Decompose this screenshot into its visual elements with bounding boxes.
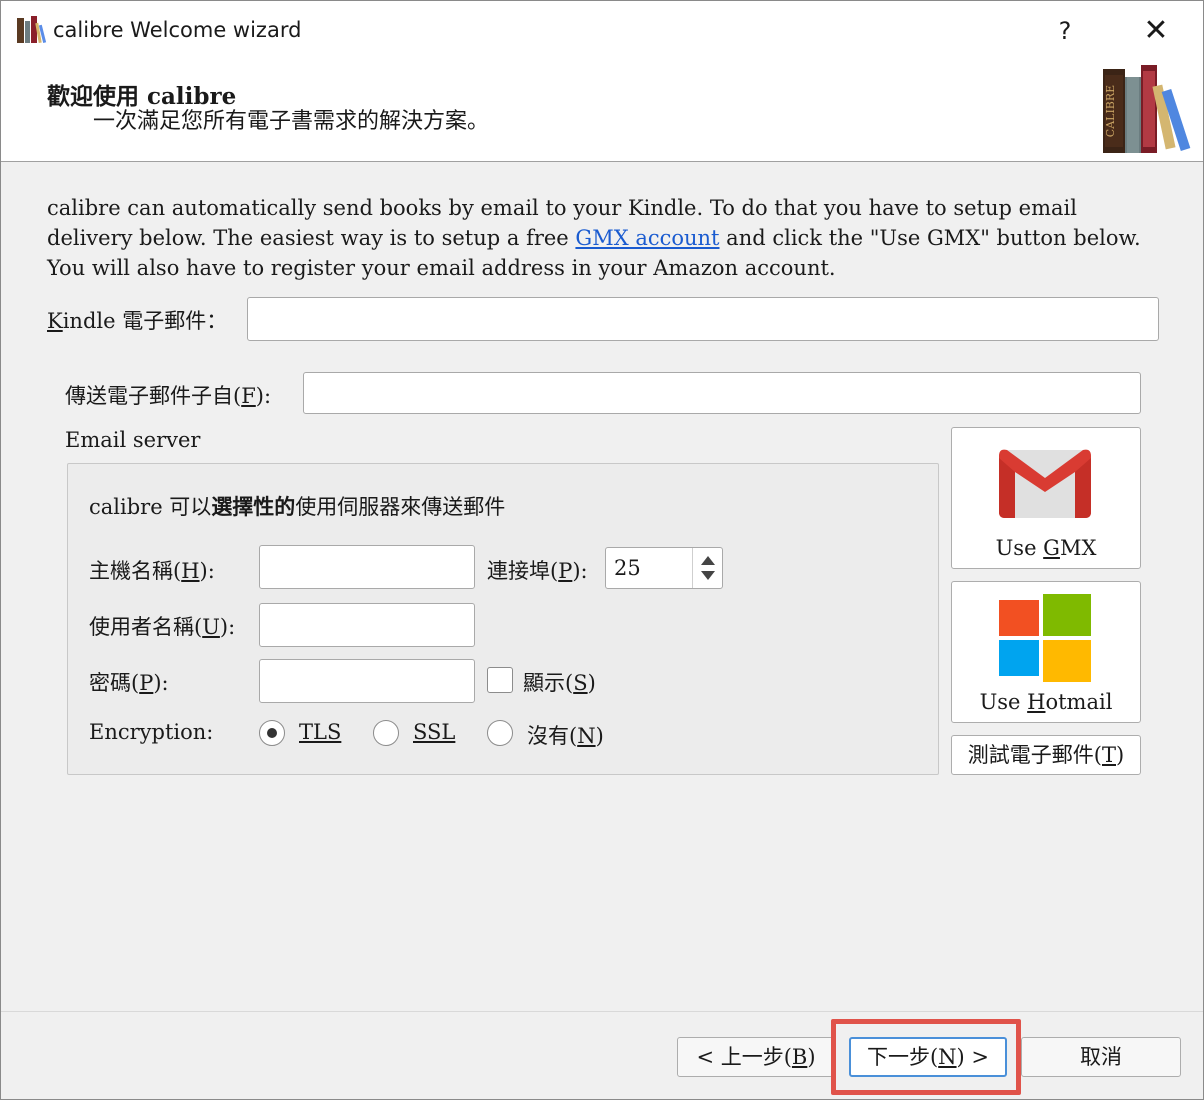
gmx-account-link[interactable]: GMX account [575, 226, 719, 250]
desc-post: 使用伺服器來傳送郵件 [295, 495, 506, 519]
show-password-checkbox[interactable] [487, 667, 513, 693]
username-input[interactable] [259, 603, 475, 647]
port-spinbox[interactable]: 25 [605, 547, 723, 589]
port-spin-buttons [692, 548, 722, 588]
from-email-accel: F [241, 384, 256, 408]
windows-icon [999, 594, 1091, 682]
desc-bold: 選擇性的 [211, 494, 296, 519]
ssl-radio[interactable] [373, 720, 399, 746]
email-server-description: calibre 可以選擇性的使用伺服器來傳送郵件 [89, 491, 505, 521]
back-button[interactable]: < 上一步(B) [677, 1037, 835, 1077]
tls-label-text: TLS [299, 720, 342, 744]
kindle-email-input[interactable] [247, 297, 1159, 341]
hostname-accel: H [181, 559, 200, 583]
none-label[interactable]: 沒有(N) [527, 720, 604, 750]
kindle-email-accel: K [47, 309, 63, 333]
ssl-label[interactable]: SSL [413, 720, 455, 744]
use-gmx-button[interactable]: Use GMX [951, 427, 1141, 569]
footer-divider [1, 1011, 1203, 1012]
kindle-email-label: Kindle 電子郵件： [47, 305, 227, 335]
password-label-post: ): [153, 671, 169, 695]
username-accel: U [202, 615, 220, 639]
help-button[interactable]: ? [1041, 11, 1089, 51]
hostname-label-post: ): [199, 559, 215, 583]
password-accel: P [139, 671, 154, 695]
kindle-email-label-text: indle 電子郵件： [62, 309, 228, 333]
use-hotmail-button[interactable]: Use Hotmail [951, 581, 1141, 723]
none-radio[interactable] [487, 720, 513, 746]
test-label-pre: 測試電子郵件( [967, 743, 1102, 767]
spin-up-arrow-icon[interactable] [701, 556, 715, 565]
port-value: 25 [614, 556, 641, 580]
test-label-post: ) [1116, 743, 1125, 767]
encryption-label: Encryption: [89, 720, 214, 744]
calibre-app-icon [17, 16, 47, 44]
from-email-label: 傳送電子郵件子自(F): [65, 380, 271, 410]
port-accel: P [558, 559, 573, 583]
wizard-header: 歡迎使用 calibre 一次滿足您所有電子書需求的解決方案。 CALIBRE [1, 61, 1203, 162]
hostname-input[interactable] [259, 545, 475, 589]
show-label-pre: 顯示( [523, 671, 574, 695]
next-label-pre: 下一步( [866, 1045, 939, 1069]
from-email-label-pre: 傳送電子郵件子自( [65, 384, 242, 408]
show-label-post: ) [587, 671, 596, 695]
hotmail-accel: H [1027, 690, 1046, 714]
none-label-pre: 沒有( [527, 724, 578, 748]
port-label: 連接埠(P): [487, 555, 588, 585]
intro-text: calibre can automatically send books by … [47, 193, 1157, 283]
tls-label[interactable]: TLS [299, 720, 341, 744]
username-label-post: ): [219, 615, 236, 639]
title-bar: calibre Welcome wizard ? ✕ [1, 1, 1203, 61]
hotmail-label-post: otmail [1045, 690, 1113, 714]
password-input[interactable] [259, 659, 475, 703]
none-label-post: ) [595, 724, 604, 748]
from-email-label-post: ): [255, 384, 272, 408]
gmx-label-pre: Use [995, 536, 1044, 560]
next-button[interactable]: 下一步(N) > [849, 1037, 1007, 1077]
gmx-accel: G [1043, 536, 1060, 560]
from-email-input[interactable] [303, 372, 1141, 414]
next-label-post: ) > [956, 1045, 990, 1069]
cancel-button[interactable]: 取消 [1021, 1037, 1181, 1077]
spin-down-arrow-icon[interactable] [701, 571, 715, 580]
username-label: 使用者名稱(U): [89, 611, 235, 641]
next-accel: N [938, 1045, 957, 1069]
gmail-icon [999, 449, 1091, 518]
show-accel: S [573, 671, 588, 695]
port-label-post: ): [572, 559, 588, 583]
gmx-label-post: MX [1059, 536, 1097, 560]
page-subtitle: 一次滿足您所有電子書需求的解決方案。 [93, 109, 490, 134]
calibre-books-logo: CALIBRE [1103, 65, 1191, 153]
wizard-window: calibre Welcome wizard ? ✕ 歡迎使用 calibre … [0, 0, 1204, 1100]
hotmail-label-pre: Use [979, 690, 1028, 714]
password-label: 密碼(P): [89, 667, 169, 697]
back-accel: B [791, 1045, 808, 1069]
ssl-label-text: SSL [413, 720, 456, 744]
hostname-label-pre: 主機名稱( [89, 559, 182, 583]
logo-text: CALIBRE [1104, 85, 1117, 137]
close-button[interactable]: ✕ [1131, 11, 1181, 51]
hostname-label: 主機名稱(H): [89, 555, 215, 585]
tls-radio[interactable] [259, 720, 285, 746]
test-email-button[interactable]: 測試電子郵件(T) [951, 735, 1141, 775]
desc-pre: calibre 可以 [89, 495, 212, 519]
none-accel: N [577, 724, 596, 748]
use-gmx-label: Use GMX [952, 536, 1140, 560]
email-server-group-label: Email server [65, 428, 201, 452]
window-title: calibre Welcome wizard [53, 18, 302, 42]
back-label-pre: < 上一步( [696, 1045, 792, 1069]
password-label-pre: 密碼( [89, 671, 140, 695]
test-accel: T [1101, 743, 1116, 767]
use-hotmail-label: Use Hotmail [952, 690, 1140, 714]
show-password-label[interactable]: 顯示(S) [523, 667, 596, 697]
back-label-post: ) [807, 1045, 816, 1069]
port-label-pre: 連接埠( [487, 559, 559, 583]
username-label-pre: 使用者名稱( [89, 615, 203, 639]
